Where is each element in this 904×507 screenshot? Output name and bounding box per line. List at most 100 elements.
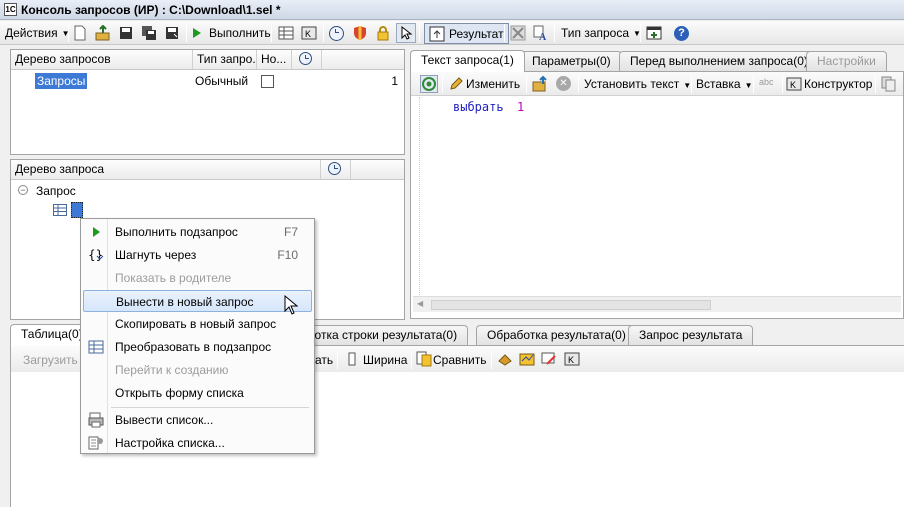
lock-icon xyxy=(375,25,391,41)
menu-item-convert-to-subquery[interactable]: Преобразовать в подзапрос xyxy=(83,336,312,358)
lock-button[interactable] xyxy=(375,23,391,43)
width-button[interactable]: Ширина xyxy=(363,353,407,367)
new-file-icon xyxy=(72,25,88,41)
editor-keyword: выбрать xyxy=(453,100,504,114)
format-text-icon[interactable]: abc xyxy=(759,77,774,87)
cross-box-icon xyxy=(510,25,526,41)
tab-before-execution[interactable]: Перед выполнением запроса(0) xyxy=(619,51,819,71)
insert-label: Вставка xyxy=(696,77,741,91)
actions-menu-button[interactable]: Действия ▼ xyxy=(5,23,70,43)
save-copy-icon xyxy=(164,25,180,41)
svg-text:{}: {} xyxy=(88,248,103,262)
tab-settings[interactable]: Настройки xyxy=(806,51,887,71)
save-as-button[interactable] xyxy=(141,23,157,43)
menu-item-copy-to-new-query[interactable]: Скопировать в новый запрос xyxy=(83,313,312,335)
scroll-left-icon[interactable]: ◀ xyxy=(417,299,423,308)
compare-icon xyxy=(416,351,432,370)
tab-row-processing[interactable]: аботка строки результата(0) xyxy=(290,325,469,345)
constructor-icon[interactable]: K xyxy=(564,351,580,370)
query-name-cell[interactable]: Запросы xyxy=(35,73,88,89)
menu-item-go-to-creation[interactable]: Перейти к созданию xyxy=(83,359,312,381)
editor-value: 1 xyxy=(517,100,525,114)
save-as-icon xyxy=(141,25,157,41)
font-button[interactable]: A xyxy=(532,23,548,43)
execute-label: Выполнить xyxy=(209,26,271,40)
row-checkbox[interactable] xyxy=(261,75,274,88)
table-row[interactable]: Запросы Обычный 1 xyxy=(11,71,404,91)
tab-result-processing[interactable]: Обработка результата(0) xyxy=(476,325,637,345)
query-tree-title[interactable]: Дерево запроса xyxy=(11,160,321,179)
open-file-button[interactable] xyxy=(95,23,111,43)
compare-button[interactable]: Сравнить xyxy=(433,353,486,367)
query-type-menu[interactable]: Тип запроса ▼ xyxy=(561,23,641,43)
delete-icon[interactable]: ✕ xyxy=(556,76,571,91)
caret-down-icon: ▼ xyxy=(744,81,753,90)
menu-item-output-list[interactable]: Вывести список... xyxy=(83,409,312,431)
clock-icon xyxy=(299,52,312,65)
column-header-number[interactable]: Но... xyxy=(257,50,292,69)
column-header-timer[interactable] xyxy=(292,50,322,69)
new-file-button[interactable] xyxy=(72,23,88,43)
menu-item-execute-subquery[interactable]: Выполнить подзапрос F7 xyxy=(83,221,312,243)
query-editor[interactable]: выбрать 1 xyxy=(411,97,903,297)
menu-item-extract-to-new-query[interactable]: Вынести в новый запрос xyxy=(83,290,312,312)
column-width-icon xyxy=(347,352,357,369)
pointer-mode-button[interactable] xyxy=(396,23,416,43)
save-icon xyxy=(118,25,134,41)
partial-button[interactable]: ать xyxy=(315,353,333,367)
tab-parameters[interactable]: Параметры(0) xyxy=(521,51,622,71)
caret-down-icon: ▼ xyxy=(683,81,692,90)
settings-icon[interactable] xyxy=(519,351,535,370)
table-view-button[interactable] xyxy=(278,23,294,43)
tree-node-query[interactable]: Запрос xyxy=(36,184,76,198)
set-text-menu[interactable]: Установить текст ▼ xyxy=(584,77,691,91)
play-icon xyxy=(193,28,201,38)
step-over-icon: {} xyxy=(88,247,104,263)
syntax-check-button[interactable] xyxy=(420,75,438,93)
load-button[interactable]: Загрузить xyxy=(23,353,78,367)
window-title-bar: 1C Консоль запросов (ИР) : C:\Download\1… xyxy=(0,0,904,20)
export-icon[interactable] xyxy=(497,351,513,370)
tree-node-subquery[interactable] xyxy=(71,202,83,218)
clear-button[interactable] xyxy=(510,23,526,43)
filter-icon[interactable] xyxy=(541,351,557,370)
horizontal-scrollbar[interactable]: ◀ xyxy=(413,296,901,312)
query-type-cell: Обычный xyxy=(195,74,249,88)
save-copy-button[interactable] xyxy=(164,23,180,43)
result-toggle-button[interactable]: Результат xyxy=(424,23,509,44)
menu-item-step-over[interactable]: {} Шагнуть через F10 xyxy=(83,244,312,266)
tab-result-query[interactable]: Запрос результата xyxy=(628,325,754,345)
help-icon: ? xyxy=(674,25,689,41)
menu-item-open-list-form[interactable]: Открыть форму списка xyxy=(83,382,312,404)
window-icon xyxy=(646,25,662,41)
column-header-query-tree[interactable]: Дерево запросов xyxy=(11,50,193,69)
table-icon xyxy=(88,339,104,355)
print-list-icon xyxy=(88,412,104,428)
scrollbar-thumb[interactable] xyxy=(431,300,711,310)
constructor-icon: K xyxy=(786,76,802,95)
result-icon xyxy=(429,26,445,42)
help-button[interactable]: ? xyxy=(674,23,689,43)
insert-menu[interactable]: Вставка ▼ xyxy=(696,77,753,91)
save-button[interactable] xyxy=(118,23,134,43)
upload-icon[interactable] xyxy=(532,75,548,95)
execute-button[interactable]: Выполнить xyxy=(193,23,271,43)
svg-text:K: K xyxy=(305,29,311,39)
query-text-panel: Изменить ✕ Установить текст ▼ Вставка ▼ ab… xyxy=(410,71,904,319)
menu-item-show-in-parent[interactable]: Показать в родителе xyxy=(83,267,312,289)
shield-button[interactable] xyxy=(352,23,368,43)
open-icon xyxy=(95,24,111,41)
new-window-button[interactable] xyxy=(646,23,662,43)
change-button[interactable]: Изменить xyxy=(466,77,520,91)
query-type-label: Тип запроса xyxy=(561,26,630,40)
play-icon xyxy=(88,224,104,240)
column-header-query-type[interactable]: Тип запро... xyxy=(193,50,257,69)
collapse-icon[interactable]: − xyxy=(18,185,28,195)
menu-item-list-settings[interactable]: Настройка списка... xyxy=(83,432,312,454)
column-header-timer[interactable] xyxy=(321,160,351,179)
tab-query-text[interactable]: Текст запроса(1) xyxy=(410,50,525,72)
copy-icon[interactable] xyxy=(881,76,897,95)
timer-button[interactable] xyxy=(329,23,344,43)
constructor-button[interactable]: Конструктор xyxy=(804,77,872,91)
constructor-view-button[interactable]: K xyxy=(301,23,317,43)
